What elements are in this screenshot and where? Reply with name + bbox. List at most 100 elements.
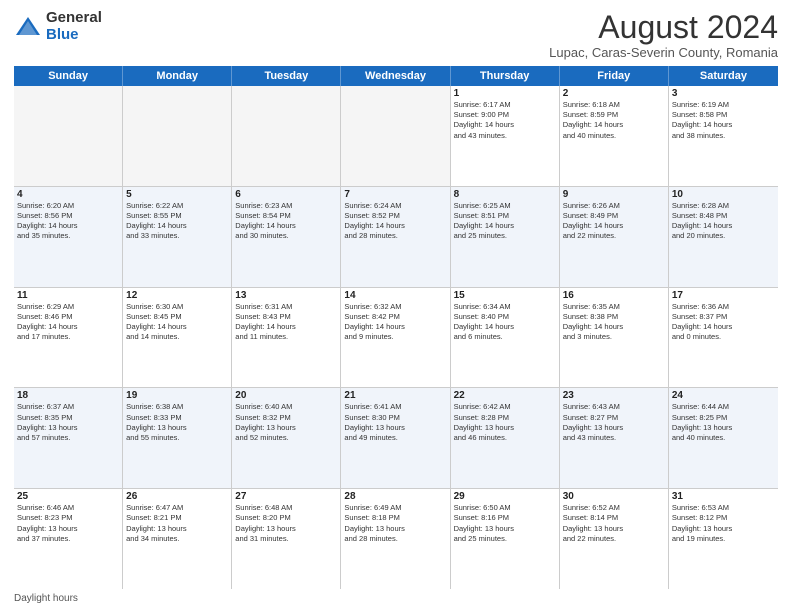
calendar-row-1: 1Sunrise: 6:17 AM Sunset: 9:00 PM Daylig… bbox=[14, 86, 778, 187]
day-number: 11 bbox=[17, 290, 119, 301]
day-number: 8 bbox=[454, 189, 556, 200]
logo-text: General Blue bbox=[46, 10, 102, 43]
cell-info: Sunrise: 6:41 AM Sunset: 8:30 PM Dayligh… bbox=[344, 402, 446, 443]
cell-info: Sunrise: 6:52 AM Sunset: 8:14 PM Dayligh… bbox=[563, 503, 665, 544]
calendar-body: 1Sunrise: 6:17 AM Sunset: 9:00 PM Daylig… bbox=[14, 86, 778, 589]
day-cell-30: 30Sunrise: 6:52 AM Sunset: 8:14 PM Dayli… bbox=[560, 489, 669, 589]
day-number: 19 bbox=[126, 390, 228, 401]
cell-info: Sunrise: 6:18 AM Sunset: 8:59 PM Dayligh… bbox=[563, 100, 665, 141]
day-number: 18 bbox=[17, 390, 119, 401]
logo: General Blue bbox=[14, 10, 102, 43]
day-number: 15 bbox=[454, 290, 556, 301]
day-number: 31 bbox=[672, 491, 775, 502]
day-header-tuesday: Tuesday bbox=[232, 66, 341, 86]
day-cell-25: 25Sunrise: 6:46 AM Sunset: 8:23 PM Dayli… bbox=[14, 489, 123, 589]
cell-info: Sunrise: 6:49 AM Sunset: 8:18 PM Dayligh… bbox=[344, 503, 446, 544]
day-cell-7: 7Sunrise: 6:24 AM Sunset: 8:52 PM Daylig… bbox=[341, 187, 450, 287]
day-cell-23: 23Sunrise: 6:43 AM Sunset: 8:27 PM Dayli… bbox=[560, 388, 669, 488]
day-cell-29: 29Sunrise: 6:50 AM Sunset: 8:16 PM Dayli… bbox=[451, 489, 560, 589]
day-cell-1: 1Sunrise: 6:17 AM Sunset: 9:00 PM Daylig… bbox=[451, 86, 560, 186]
day-cell-24: 24Sunrise: 6:44 AM Sunset: 8:25 PM Dayli… bbox=[669, 388, 778, 488]
day-number: 21 bbox=[344, 390, 446, 401]
day-header-wednesday: Wednesday bbox=[341, 66, 450, 86]
daylight-hours-label: Daylight hours bbox=[14, 593, 78, 604]
cell-info: Sunrise: 6:46 AM Sunset: 8:23 PM Dayligh… bbox=[17, 503, 119, 544]
day-cell-18: 18Sunrise: 6:37 AM Sunset: 8:35 PM Dayli… bbox=[14, 388, 123, 488]
day-header-sunday: Sunday bbox=[14, 66, 123, 86]
cell-info: Sunrise: 6:24 AM Sunset: 8:52 PM Dayligh… bbox=[344, 201, 446, 242]
day-cell-13: 13Sunrise: 6:31 AM Sunset: 8:43 PM Dayli… bbox=[232, 288, 341, 388]
cell-info: Sunrise: 6:35 AM Sunset: 8:38 PM Dayligh… bbox=[563, 302, 665, 343]
subtitle: Lupac, Caras-Severin County, Romania bbox=[549, 45, 778, 60]
day-number: 22 bbox=[454, 390, 556, 401]
day-cell-3: 3Sunrise: 6:19 AM Sunset: 8:58 PM Daylig… bbox=[669, 86, 778, 186]
main-title: August 2024 bbox=[549, 10, 778, 45]
day-cell-12: 12Sunrise: 6:30 AM Sunset: 8:45 PM Dayli… bbox=[123, 288, 232, 388]
day-number: 6 bbox=[235, 189, 337, 200]
day-cell-21: 21Sunrise: 6:41 AM Sunset: 8:30 PM Dayli… bbox=[341, 388, 450, 488]
day-number: 12 bbox=[126, 290, 228, 301]
cell-info: Sunrise: 6:30 AM Sunset: 8:45 PM Dayligh… bbox=[126, 302, 228, 343]
empty-cell bbox=[14, 86, 123, 186]
day-cell-10: 10Sunrise: 6:28 AM Sunset: 8:48 PM Dayli… bbox=[669, 187, 778, 287]
cell-info: Sunrise: 6:20 AM Sunset: 8:56 PM Dayligh… bbox=[17, 201, 119, 242]
calendar-row-3: 11Sunrise: 6:29 AM Sunset: 8:46 PM Dayli… bbox=[14, 288, 778, 389]
cell-info: Sunrise: 6:31 AM Sunset: 8:43 PM Dayligh… bbox=[235, 302, 337, 343]
footer: Daylight hours bbox=[14, 593, 778, 604]
logo-blue: Blue bbox=[46, 27, 102, 44]
day-number: 3 bbox=[672, 88, 775, 99]
cell-info: Sunrise: 6:47 AM Sunset: 8:21 PM Dayligh… bbox=[126, 503, 228, 544]
empty-cell bbox=[232, 86, 341, 186]
empty-cell bbox=[341, 86, 450, 186]
day-number: 2 bbox=[563, 88, 665, 99]
day-number: 27 bbox=[235, 491, 337, 502]
page: General Blue August 2024 Lupac, Caras-Se… bbox=[0, 0, 792, 612]
day-number: 16 bbox=[563, 290, 665, 301]
day-number: 30 bbox=[563, 491, 665, 502]
day-number: 1 bbox=[454, 88, 556, 99]
cell-info: Sunrise: 6:34 AM Sunset: 8:40 PM Dayligh… bbox=[454, 302, 556, 343]
day-cell-22: 22Sunrise: 6:42 AM Sunset: 8:28 PM Dayli… bbox=[451, 388, 560, 488]
day-cell-6: 6Sunrise: 6:23 AM Sunset: 8:54 PM Daylig… bbox=[232, 187, 341, 287]
day-cell-16: 16Sunrise: 6:35 AM Sunset: 8:38 PM Dayli… bbox=[560, 288, 669, 388]
day-cell-14: 14Sunrise: 6:32 AM Sunset: 8:42 PM Dayli… bbox=[341, 288, 450, 388]
day-cell-11: 11Sunrise: 6:29 AM Sunset: 8:46 PM Dayli… bbox=[14, 288, 123, 388]
day-number: 7 bbox=[344, 189, 446, 200]
cell-info: Sunrise: 6:40 AM Sunset: 8:32 PM Dayligh… bbox=[235, 402, 337, 443]
cell-info: Sunrise: 6:37 AM Sunset: 8:35 PM Dayligh… bbox=[17, 402, 119, 443]
day-number: 10 bbox=[672, 189, 775, 200]
day-cell-9: 9Sunrise: 6:26 AM Sunset: 8:49 PM Daylig… bbox=[560, 187, 669, 287]
logo-general: General bbox=[46, 10, 102, 27]
day-cell-8: 8Sunrise: 6:25 AM Sunset: 8:51 PM Daylig… bbox=[451, 187, 560, 287]
cell-info: Sunrise: 6:36 AM Sunset: 8:37 PM Dayligh… bbox=[672, 302, 775, 343]
day-number: 23 bbox=[563, 390, 665, 401]
day-cell-27: 27Sunrise: 6:48 AM Sunset: 8:20 PM Dayli… bbox=[232, 489, 341, 589]
day-cell-19: 19Sunrise: 6:38 AM Sunset: 8:33 PM Dayli… bbox=[123, 388, 232, 488]
day-number: 9 bbox=[563, 189, 665, 200]
day-header-thursday: Thursday bbox=[451, 66, 560, 86]
day-number: 28 bbox=[344, 491, 446, 502]
calendar-row-4: 18Sunrise: 6:37 AM Sunset: 8:35 PM Dayli… bbox=[14, 388, 778, 489]
day-number: 29 bbox=[454, 491, 556, 502]
cell-info: Sunrise: 6:42 AM Sunset: 8:28 PM Dayligh… bbox=[454, 402, 556, 443]
header: General Blue August 2024 Lupac, Caras-Se… bbox=[14, 10, 778, 60]
day-number: 13 bbox=[235, 290, 337, 301]
day-header-friday: Friday bbox=[560, 66, 669, 86]
day-cell-20: 20Sunrise: 6:40 AM Sunset: 8:32 PM Dayli… bbox=[232, 388, 341, 488]
day-cell-26: 26Sunrise: 6:47 AM Sunset: 8:21 PM Dayli… bbox=[123, 489, 232, 589]
cell-info: Sunrise: 6:53 AM Sunset: 8:12 PM Dayligh… bbox=[672, 503, 775, 544]
cell-info: Sunrise: 6:50 AM Sunset: 8:16 PM Dayligh… bbox=[454, 503, 556, 544]
calendar: SundayMondayTuesdayWednesdayThursdayFrid… bbox=[14, 66, 778, 589]
day-number: 25 bbox=[17, 491, 119, 502]
cell-info: Sunrise: 6:25 AM Sunset: 8:51 PM Dayligh… bbox=[454, 201, 556, 242]
day-header-monday: Monday bbox=[123, 66, 232, 86]
day-cell-4: 4Sunrise: 6:20 AM Sunset: 8:56 PM Daylig… bbox=[14, 187, 123, 287]
cell-info: Sunrise: 6:22 AM Sunset: 8:55 PM Dayligh… bbox=[126, 201, 228, 242]
calendar-header-row: SundayMondayTuesdayWednesdayThursdayFrid… bbox=[14, 66, 778, 86]
day-cell-31: 31Sunrise: 6:53 AM Sunset: 8:12 PM Dayli… bbox=[669, 489, 778, 589]
day-header-saturday: Saturday bbox=[669, 66, 778, 86]
day-cell-5: 5Sunrise: 6:22 AM Sunset: 8:55 PM Daylig… bbox=[123, 187, 232, 287]
day-number: 17 bbox=[672, 290, 775, 301]
calendar-row-5: 25Sunrise: 6:46 AM Sunset: 8:23 PM Dayli… bbox=[14, 489, 778, 589]
day-cell-28: 28Sunrise: 6:49 AM Sunset: 8:18 PM Dayli… bbox=[341, 489, 450, 589]
